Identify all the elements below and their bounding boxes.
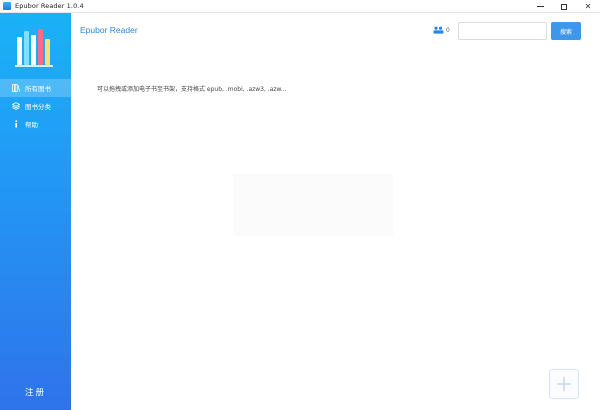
drop-zone [233,174,393,236]
search-button[interactable]: 搜索 [551,22,581,40]
close-button[interactable]: ✕ [576,0,600,13]
device-sync[interactable]: 0 [433,26,450,34]
sidebar-item-label: 所有图书 [25,85,51,93]
header: Epubor Reader 0 搜索 [71,13,600,49]
sidebar-item-help[interactable]: 帮助 [0,115,71,133]
sidebar-item-label: 图书分类 [25,103,51,111]
register-link[interactable]: 注册 [0,386,71,398]
window-titlebar: Epubor Reader 1.0.4 ✕ [0,0,600,13]
books-logo-icon [15,29,53,67]
sidebar-nav: 所有图书 图书分类 帮助 [0,79,71,133]
info-icon [12,120,20,128]
plus-icon [557,377,571,391]
sync-count: 0 [446,26,450,34]
minimize-icon [536,6,544,7]
search-input[interactable] [458,22,547,40]
maximize-icon [561,3,567,10]
app-brand: Epubor Reader [80,25,138,35]
window-controls: ✕ [528,0,600,13]
minimize-button[interactable] [528,0,552,13]
bookshelf-area[interactable]: 可以拖拽或添加电子书至书架，支持格式 epub, .mobi, .azw3, .… [71,49,600,410]
close-icon: ✕ [584,1,592,11]
sidebar-item-label: 帮助 [25,121,38,129]
sidebar-item-categories[interactable]: 图书分类 [0,97,71,115]
devices-icon [433,26,444,34]
books-icon [12,84,20,92]
sidebar: 所有图书 图书分类 帮助 注册 [0,13,71,410]
sidebar-item-all-books[interactable]: 所有图书 [0,79,71,97]
layers-icon [12,102,20,110]
drop-hint-text: 可以拖拽或添加电子书至书架，支持格式 epub, .mobi, .azw3, .… [97,86,287,93]
window-title: Epubor Reader 1.0.4 [15,2,84,10]
maximize-button[interactable] [552,0,576,13]
add-book-button[interactable] [549,369,579,399]
app-icon [3,2,11,10]
